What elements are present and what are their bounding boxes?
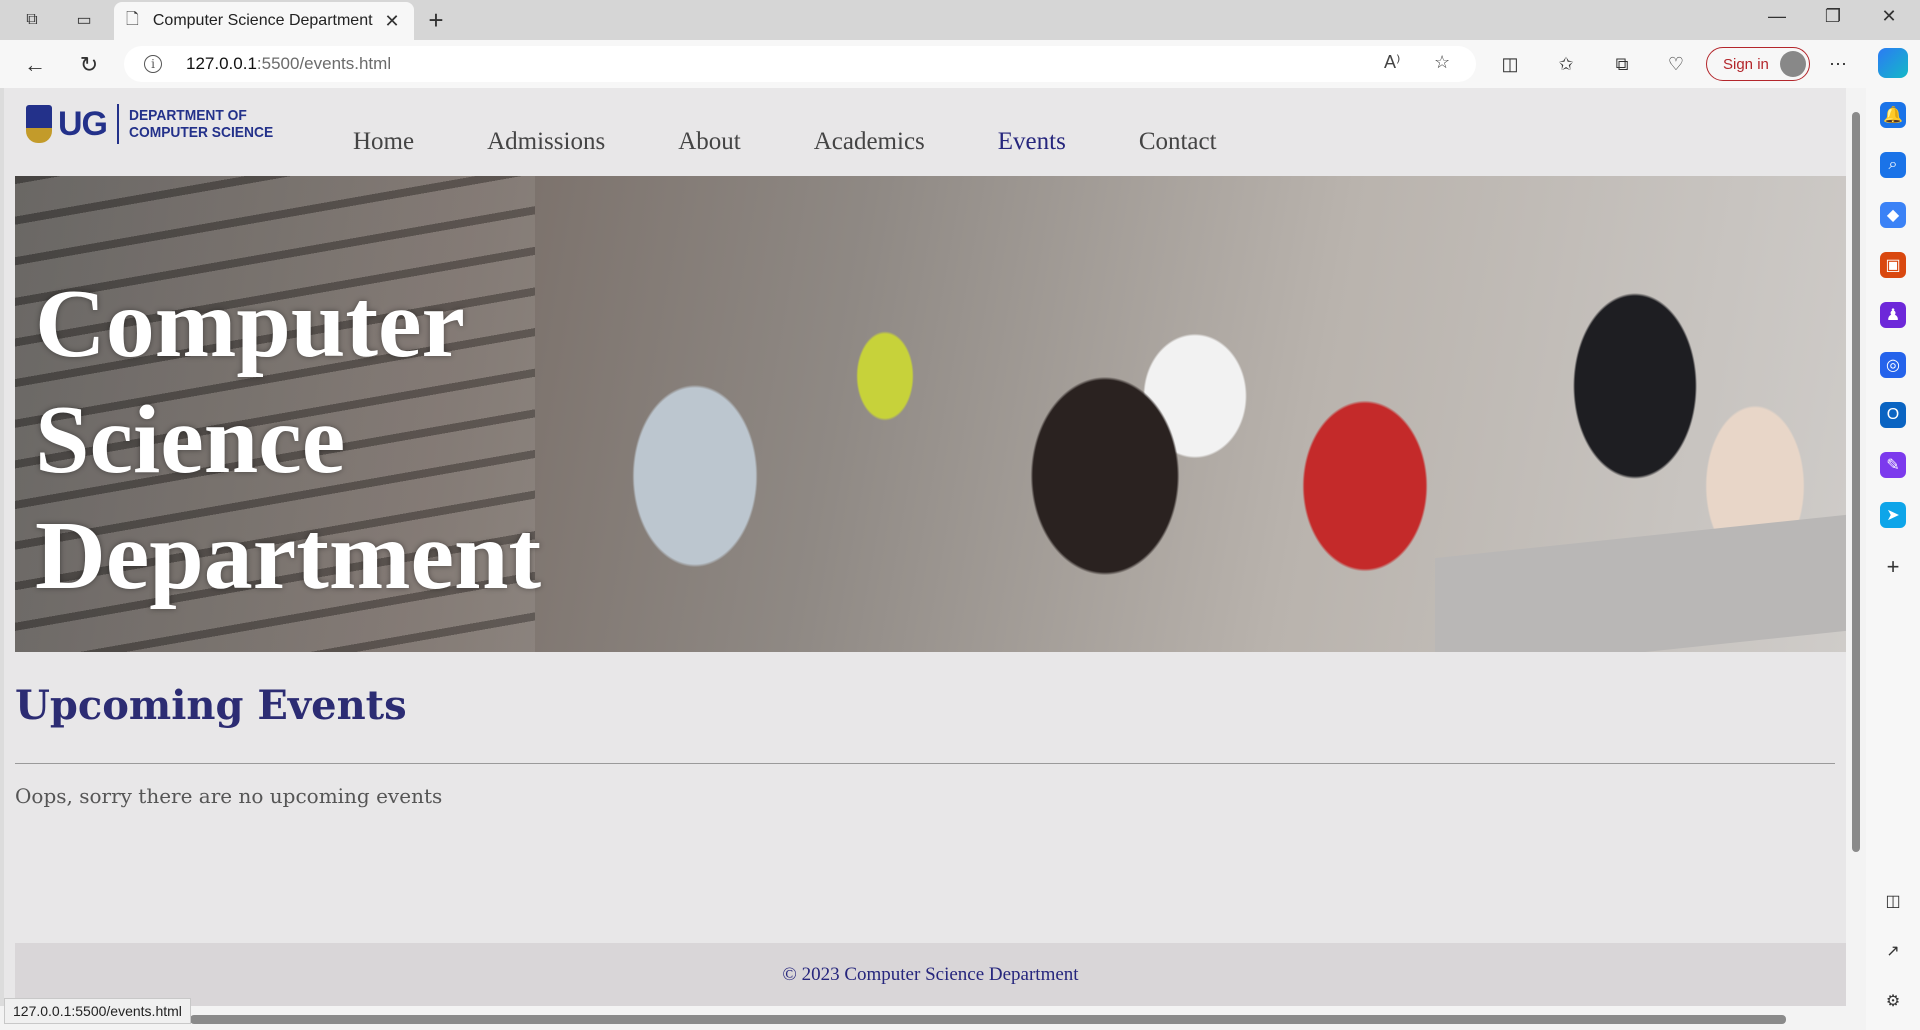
split-screen-icon[interactable]: ◫ xyxy=(1496,50,1524,78)
hero-photo-desk xyxy=(1435,513,1846,652)
browser-essentials-icon[interactable]: ♡ xyxy=(1662,50,1690,78)
url-path: :5500/events.html xyxy=(256,54,392,73)
refresh-button[interactable]: ↻ xyxy=(74,50,104,80)
games-icon[interactable]: ♟ xyxy=(1880,302,1906,328)
university-crest-icon xyxy=(26,105,52,143)
outlook-icon[interactable]: O xyxy=(1880,402,1906,428)
copilot-icon[interactable] xyxy=(1878,48,1908,78)
logo-divider xyxy=(117,104,119,144)
hero-title: Computer Science Department xyxy=(35,266,541,614)
page-viewport: UG DEPARTMENT OF COMPUTER SCIENCE Home A… xyxy=(4,88,1846,1006)
open-external-icon[interactable]: ↗ xyxy=(1880,938,1906,964)
main-navigation: Home Admissions About Academics Events C… xyxy=(353,128,1290,156)
profile-avatar xyxy=(1780,51,1806,77)
settings-gear-icon[interactable]: ⚙ xyxy=(1880,988,1906,1014)
nav-about[interactable]: About xyxy=(678,128,741,156)
shopping-icon[interactable]: ◆ xyxy=(1880,202,1906,228)
hero-title-line-2: Science xyxy=(35,386,346,494)
edge-sidebar: 🔔 ⌕ ◆ ▣ ♟ ◎ O ✎ ➤ + ◫ ↗ ⚙ xyxy=(1866,88,1920,1030)
read-aloud-icon[interactable]: A⁾ xyxy=(1384,52,1400,73)
nav-events[interactable]: Events xyxy=(998,128,1066,156)
horizontal-scroll-thumb[interactable] xyxy=(190,1015,1786,1024)
address-bar[interactable]: i 127.0.0.1:5500/events.html A⁾ ☆ xyxy=(124,46,1476,82)
department-logo[interactable]: UG DEPARTMENT OF COMPUTER SCIENCE xyxy=(26,104,286,144)
more-options-icon[interactable]: ⋯ xyxy=(1824,50,1852,78)
browser-tab-bar: ⧉ ▭ 🗋 Computer Science Department ✕ + — … xyxy=(0,0,1920,40)
workspaces-icon[interactable]: ⧉ xyxy=(20,8,44,32)
page-content: UG DEPARTMENT OF COMPUTER SCIENCE Home A… xyxy=(15,88,1846,808)
back-button[interactable]: ← xyxy=(20,50,50,80)
site-footer: © 2023 Computer Science Department xyxy=(15,943,1846,1006)
tab-actions-icon[interactable]: ▭ xyxy=(72,8,96,32)
nav-home[interactable]: Home xyxy=(353,128,414,156)
tab-title: Computer Science Department xyxy=(152,12,373,29)
browser-tab-active[interactable]: 🗋 Computer Science Department ✕ xyxy=(114,2,414,40)
status-bar-url: 127.0.0.1:5500/events.html xyxy=(4,998,191,1024)
restore-button[interactable]: ❐ xyxy=(1810,6,1856,27)
sign-in-label: Sign in xyxy=(1723,55,1769,73)
section-divider xyxy=(15,763,1835,764)
hero-title-line-1: Computer xyxy=(35,270,466,378)
no-events-message: Oops, sorry there are no upcoming events xyxy=(15,784,443,808)
url-host: 127.0.0.1 xyxy=(186,54,257,73)
nav-admissions[interactable]: Admissions xyxy=(487,128,605,156)
send-icon[interactable]: ➤ xyxy=(1880,502,1906,528)
favorites-icon[interactable]: ✩ xyxy=(1552,50,1580,78)
microsoft-365-icon[interactable]: ◎ xyxy=(1880,352,1906,378)
logo-ug-text: UG xyxy=(58,104,108,143)
vertical-scroll-thumb[interactable] xyxy=(1852,112,1860,852)
search-icon[interactable]: ⌕ xyxy=(1880,152,1906,178)
site-info-icon[interactable]: i xyxy=(144,55,162,73)
page-favicon-icon: 🗋 xyxy=(126,10,139,28)
favorite-star-icon[interactable]: ☆ xyxy=(1434,52,1450,73)
tools-icon[interactable]: ▣ xyxy=(1880,252,1906,278)
new-tab-button[interactable]: + xyxy=(422,6,450,34)
logo-line-2: COMPUTER SCIENCE xyxy=(129,124,274,141)
minimize-button[interactable]: — xyxy=(1754,6,1800,27)
horizontal-scrollbar[interactable] xyxy=(0,1006,1866,1030)
sign-in-button[interactable]: Sign in xyxy=(1706,47,1810,81)
hero-title-line-3: Department xyxy=(35,502,542,610)
collections-icon[interactable]: ⧉ xyxy=(1608,50,1636,78)
events-heading: Upcoming Events xyxy=(15,682,407,729)
hide-sidebar-icon[interactable]: ◫ xyxy=(1880,888,1906,914)
add-sidebar-app-icon[interactable]: + xyxy=(1880,554,1906,580)
hero-banner: Computer Science Department xyxy=(15,176,1846,652)
logo-line-1: DEPARTMENT OF xyxy=(129,107,247,124)
close-tab-icon[interactable]: ✕ xyxy=(382,11,402,32)
nav-contact[interactable]: Contact xyxy=(1139,128,1217,156)
designer-icon[interactable]: ✎ xyxy=(1880,452,1906,478)
vertical-scrollbar[interactable] xyxy=(1846,88,1866,1006)
browser-toolbar: ← ↻ i 127.0.0.1:5500/events.html A⁾ ☆ ◫ … xyxy=(0,40,1920,88)
nav-academics[interactable]: Academics xyxy=(814,128,925,156)
logo-department-text: DEPARTMENT OF COMPUTER SCIENCE xyxy=(129,107,273,141)
notifications-icon[interactable]: 🔔 xyxy=(1880,102,1906,128)
site-header: UG DEPARTMENT OF COMPUTER SCIENCE Home A… xyxy=(15,88,1846,176)
close-window-button[interactable]: ✕ xyxy=(1866,6,1912,27)
